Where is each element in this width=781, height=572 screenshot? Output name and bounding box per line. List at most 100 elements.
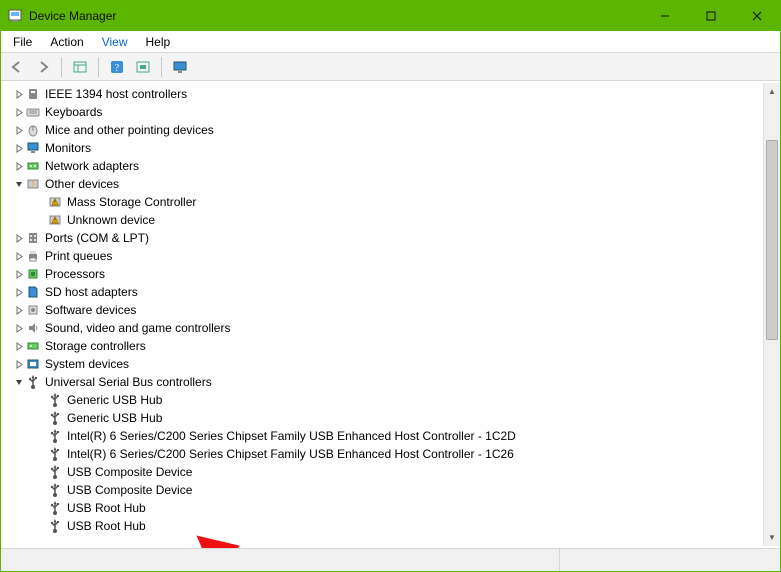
usb-icon xyxy=(47,500,63,516)
tree-item-label: Processors xyxy=(45,267,105,281)
tree-item[interactable]: Keyboards xyxy=(3,103,762,121)
menu-help[interactable]: Help xyxy=(138,33,179,51)
vertical-scrollbar[interactable]: ▲ ▼ xyxy=(763,83,780,546)
tree-item-label: Mass Storage Controller xyxy=(67,195,196,209)
tree-item[interactable]: Generic USB Hub xyxy=(3,409,762,427)
tree-item-label: Other devices xyxy=(45,177,119,191)
usb-icon xyxy=(25,374,41,390)
scroll-down-arrow[interactable]: ▼ xyxy=(764,529,780,546)
menubar: File Action View Help xyxy=(1,31,780,53)
tree-item[interactable]: ! Other devices xyxy=(3,175,762,193)
chevron-right-icon[interactable] xyxy=(13,337,25,355)
tree-item[interactable]: Processors xyxy=(3,265,762,283)
chevron-right-icon[interactable] xyxy=(13,265,25,283)
tree-item-label: Print queues xyxy=(45,249,112,263)
chevron-down-icon[interactable] xyxy=(13,175,25,193)
tree-item-label: Universal Serial Bus controllers xyxy=(45,375,212,389)
titlebar[interactable]: Device Manager xyxy=(1,1,780,31)
tree-item[interactable]: ! Unknown device xyxy=(3,211,762,229)
tree-item[interactable]: Sound, video and game controllers xyxy=(3,319,762,337)
minimize-button[interactable] xyxy=(642,1,688,31)
scan-hardware-button[interactable] xyxy=(131,55,155,79)
other-icon: ! xyxy=(25,176,41,192)
menu-action[interactable]: Action xyxy=(42,33,91,51)
port-icon xyxy=(25,230,41,246)
back-button[interactable] xyxy=(5,55,29,79)
software-icon xyxy=(25,302,41,318)
tree-item-label: Mice and other pointing devices xyxy=(45,123,214,137)
usb-icon xyxy=(47,464,63,480)
monitor-icon xyxy=(25,140,41,156)
chevron-right-icon[interactable] xyxy=(13,301,25,319)
tree-item[interactable]: USB Composite Device xyxy=(3,481,762,499)
chevron-right-icon[interactable] xyxy=(13,139,25,157)
tree-item[interactable]: Ports (COM & LPT) xyxy=(3,229,762,247)
tree-item-label: Unknown device xyxy=(67,213,155,227)
tree-item[interactable]: Print queues xyxy=(3,247,762,265)
tree-item[interactable]: Software devices xyxy=(3,301,762,319)
chevron-right-icon[interactable] xyxy=(13,247,25,265)
tree-item[interactable]: Monitors xyxy=(3,139,762,157)
close-button[interactable] xyxy=(734,1,780,31)
device-tree[interactable]: IEEE 1394 host controllersKeyboards Mice … xyxy=(3,83,762,546)
chevron-right-icon[interactable] xyxy=(13,229,25,247)
keyboard-icon xyxy=(25,104,41,120)
usb-icon xyxy=(47,518,63,534)
tree-item[interactable]: System devices xyxy=(3,355,762,373)
scroll-up-arrow[interactable]: ▲ xyxy=(764,83,780,100)
tree-item-label: Generic USB Hub xyxy=(67,411,162,425)
tree-item-label: Ports (COM & LPT) xyxy=(45,231,149,245)
forward-button[interactable] xyxy=(31,55,55,79)
chevron-down-icon[interactable] xyxy=(13,373,25,391)
tree-item[interactable]: Intel(R) 6 Series/C200 Series Chipset Fa… xyxy=(3,427,762,445)
toolbar: ? xyxy=(1,53,780,81)
tree-item-label: Generic USB Hub xyxy=(67,393,162,407)
chevron-right-icon[interactable] xyxy=(13,121,25,139)
tree-item-label: Intel(R) 6 Series/C200 Series Chipset Fa… xyxy=(67,447,514,461)
svg-text:?: ? xyxy=(115,63,120,74)
scroll-thumb[interactable] xyxy=(766,140,778,340)
help-button[interactable]: ? xyxy=(105,55,129,79)
tree-item[interactable]: Storage controllers xyxy=(3,337,762,355)
tree-item[interactable]: !Mass Storage Controller xyxy=(3,193,762,211)
tree-item[interactable]: USB Root Hub xyxy=(3,499,762,517)
tree-item-label: Software devices xyxy=(45,303,136,317)
tree-item[interactable]: Universal Serial Bus controllers xyxy=(3,373,762,391)
menu-view[interactable]: View xyxy=(94,33,136,51)
tree-item-label: Intel(R) 6 Series/C200 Series Chipset Fa… xyxy=(67,429,516,443)
tree-item[interactable]: USB Composite Device xyxy=(3,463,762,481)
usb-icon xyxy=(47,482,63,498)
chevron-right-icon[interactable] xyxy=(13,283,25,301)
chevron-right-icon[interactable] xyxy=(13,157,25,175)
maximize-button[interactable] xyxy=(688,1,734,31)
monitor-button[interactable] xyxy=(168,55,192,79)
show-hide-pane-button[interactable] xyxy=(68,55,92,79)
status-panel-left xyxy=(1,549,560,571)
warn-icon: ! xyxy=(47,212,63,228)
mouse-icon xyxy=(25,122,41,138)
sd-icon xyxy=(25,284,41,300)
tree-item[interactable]: SD host adapters xyxy=(3,283,762,301)
tree-item-label: USB Composite Device xyxy=(67,465,192,479)
tree-item[interactable]: Generic USB Hub xyxy=(3,391,762,409)
chevron-right-icon[interactable] xyxy=(13,103,25,121)
tree-item[interactable]: Network adapters xyxy=(3,157,762,175)
chevron-right-icon[interactable] xyxy=(13,355,25,373)
tree-item-label: Storage controllers xyxy=(45,339,146,353)
usb-icon xyxy=(47,392,63,408)
chevron-right-icon[interactable] xyxy=(13,85,25,103)
usb-icon xyxy=(47,410,63,426)
menu-file[interactable]: File xyxy=(5,33,40,51)
statusbar xyxy=(1,549,780,571)
usb-icon xyxy=(47,428,63,444)
tree-item[interactable]: Intel(R) 6 Series/C200 Series Chipset Fa… xyxy=(3,445,762,463)
cpu-icon xyxy=(25,266,41,282)
tree-item-label: USB Composite Device xyxy=(67,483,192,497)
tree-item[interactable]: IEEE 1394 host controllers xyxy=(3,85,762,103)
network-icon xyxy=(25,158,41,174)
tree-item[interactable]: Mice and other pointing devices xyxy=(3,121,762,139)
tree-item[interactable]: USB Root Hub xyxy=(3,517,762,535)
device-manager-window: Device Manager File Action View Help ? xyxy=(0,0,781,572)
chevron-right-icon[interactable] xyxy=(13,319,25,337)
tree-item-label: USB Root Hub xyxy=(67,519,146,533)
